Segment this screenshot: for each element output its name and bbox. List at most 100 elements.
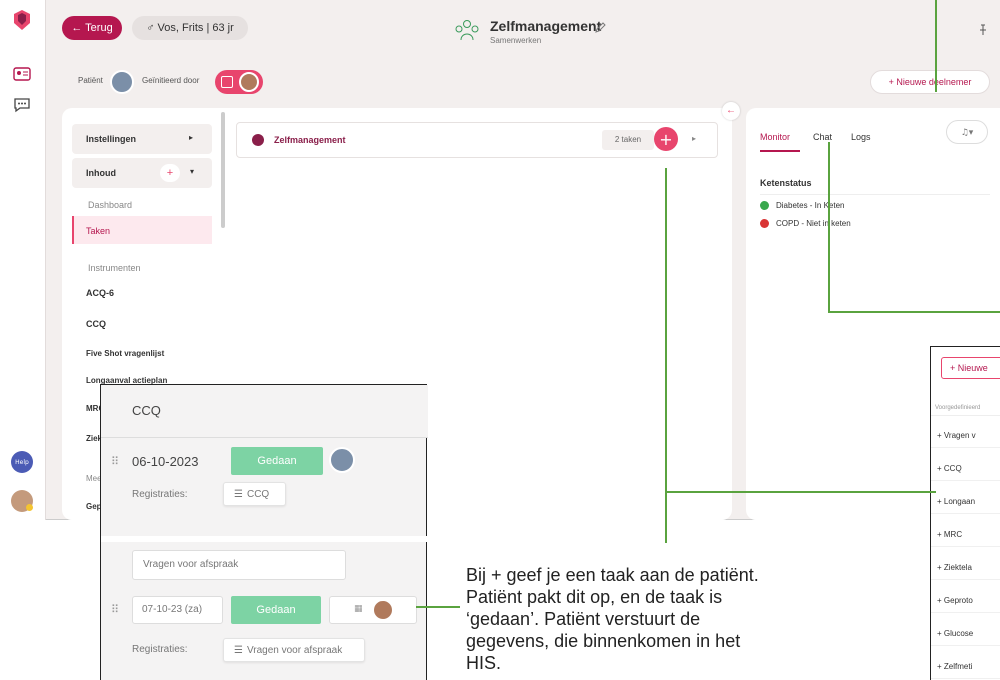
predefined-item[interactable]: + CCQ	[937, 464, 962, 473]
divider	[931, 447, 1000, 448]
separator	[101, 536, 427, 542]
ccq-item[interactable]: CCQ	[86, 319, 106, 329]
annotation-line-avatar	[416, 606, 460, 608]
divider	[760, 194, 990, 195]
predefined-item[interactable]: + MRC	[937, 530, 962, 539]
chain-dot-diabetes	[760, 201, 769, 210]
predefined-item[interactable]: + Geproto	[937, 596, 973, 605]
annotation-line-chat	[828, 142, 830, 313]
new-dropdown-button[interactable]: + Nieuwe	[941, 357, 1000, 379]
add-task-button[interactable]: +	[654, 127, 678, 151]
group-icon	[455, 20, 479, 41]
patient-avatar	[110, 70, 134, 94]
chain-status-title: Ketenstatus	[760, 178, 812, 188]
chain-copd: COPD - Niet in keten	[776, 219, 851, 228]
date-2-input[interactable]: 07-10-23 (za)	[132, 596, 223, 624]
task-color-dot	[252, 134, 264, 146]
notification-bell-button[interactable]: ♫▾	[946, 120, 988, 144]
help-label: Help	[15, 458, 29, 466]
acq-item[interactable]: ACQ-6	[86, 288, 114, 298]
reg-button-1[interactable]: ☰ CCQ	[223, 482, 286, 506]
document-icon: ☰	[234, 488, 243, 500]
task-expand-icon[interactable]: ▸	[692, 134, 696, 143]
predefined-item[interactable]: + Longaan	[937, 497, 975, 506]
annotation-line-plus-h	[666, 491, 936, 493]
page-subtitle: Samenwerken	[490, 36, 542, 45]
annotation-line-2: Patiënt pakt dit op, en de taak is	[466, 587, 723, 607]
reg-button-2-label: Vragen voor afspraak	[246, 644, 343, 656]
drag-handle-icon-2[interactable]: ⠿	[111, 603, 119, 616]
sidebar-scrollbar[interactable]	[221, 112, 225, 228]
divider	[931, 678, 1000, 679]
predefined-item[interactable]: + Glucose	[937, 629, 973, 638]
caret-right-icon: ▸	[189, 133, 194, 142]
page-title: Zelfmanagement	[490, 18, 602, 34]
content-label: Inhoud	[86, 168, 116, 178]
question-input[interactable]: Vragen voor afspraak	[132, 550, 346, 580]
tab-chat[interactable]: Chat	[813, 132, 832, 142]
header-bar: ← Terug ♂ Vos, Frits | 63 jr Zelfmanagem…	[46, 0, 1000, 58]
divider	[931, 579, 1000, 580]
new-task-dropdown: + Nieuwe Voorgedefinieerd + Vragen v + CC…	[930, 346, 1000, 680]
divider	[931, 546, 1000, 547]
reg-button-1-label: CCQ	[246, 488, 270, 500]
divider	[931, 612, 1000, 613]
status-dot	[26, 504, 33, 511]
invited-by-label: Geïnitieerd door	[142, 76, 200, 85]
tasks-label: Taken	[86, 226, 111, 236]
predefined-item[interactable]: + Zelfmeti	[937, 662, 972, 671]
instruments-section: Instrumenten	[88, 263, 141, 273]
divider	[931, 415, 1000, 416]
building-small-icon: ▦	[354, 604, 363, 614]
pin-icon[interactable]	[978, 24, 988, 36]
add-content-button[interactable]: +	[160, 164, 180, 182]
chain-dot-copd	[760, 219, 769, 228]
annotation-line-1: Bij + geef je een taak aan de patiënt.	[466, 565, 759, 585]
settings-label: Instellingen	[86, 134, 137, 144]
drag-handle-icon[interactable]: ⠿	[111, 455, 119, 468]
annotation-line-chat-h	[828, 311, 1000, 313]
caret-down-icon: ▾	[190, 167, 195, 176]
reg-button-2[interactable]: ☰ Vragen voor afspraak	[223, 638, 365, 662]
help-button[interactable]: Help	[11, 451, 33, 473]
task-count-badge: 2 taken	[602, 130, 654, 150]
reg-label-1: Registraties:	[132, 489, 188, 500]
new-participant-button[interactable]: + Nieuwe deelnemer	[870, 70, 990, 94]
contact-card-icon[interactable]	[13, 67, 31, 81]
collapse-button[interactable]: ←	[722, 102, 740, 120]
annotation-line-top	[935, 0, 937, 92]
predefined-label: Voorgedefinieerd	[935, 405, 981, 411]
dashboard-section: Dashboard	[88, 200, 133, 210]
done-badge-1[interactable]: Gedaan	[231, 447, 323, 475]
divider	[931, 480, 1000, 481]
patient-avatar-1	[329, 447, 355, 473]
tab-underline	[760, 150, 800, 152]
document-icon-2: ☰	[234, 644, 243, 656]
annotation-line-3: ‘gedaan’. Patiënt verstuurt de	[466, 609, 701, 629]
tab-logs[interactable]: Logs	[851, 132, 871, 142]
task-name: Zelfmanagement	[274, 135, 346, 145]
app-logo-icon	[14, 10, 30, 30]
initiator-avatar	[239, 72, 259, 92]
fiveshot-item[interactable]: Five Shot vragenlijst	[86, 349, 164, 358]
overlay-title: CCQ	[132, 403, 161, 418]
patient-label: Patiënt	[78, 76, 103, 85]
date-1: 06-10-2023	[132, 454, 199, 469]
patient-chip[interactable]: ♂ Vos, Frits | 63 jr	[132, 16, 248, 40]
back-button[interactable]: ← Terug	[62, 16, 122, 40]
divider	[931, 645, 1000, 646]
nav-rail: Help	[0, 0, 46, 520]
tab-monitor[interactable]: Monitor	[760, 132, 790, 142]
annotation-line-plus	[665, 168, 667, 543]
edit-pencil-icon[interactable]	[594, 22, 606, 34]
chain-diabetes: Diabetes - In Keten	[776, 201, 845, 210]
building-icon	[221, 76, 233, 88]
done-badge-2[interactable]: Gedaan	[231, 596, 321, 624]
annotation-line-4: gegevens, die binnenkomen in het	[466, 631, 741, 651]
annotation-text: Bij + geef je een taak aan de patiënt. P…	[466, 564, 906, 674]
reg-label-2: Registraties:	[132, 644, 188, 655]
predefined-item[interactable]: + Ziektela	[937, 563, 972, 572]
chat-icon[interactable]	[13, 97, 31, 113]
predefined-item[interactable]: + Vragen v	[937, 431, 976, 440]
annotation-line-5: HIS.	[466, 653, 502, 673]
